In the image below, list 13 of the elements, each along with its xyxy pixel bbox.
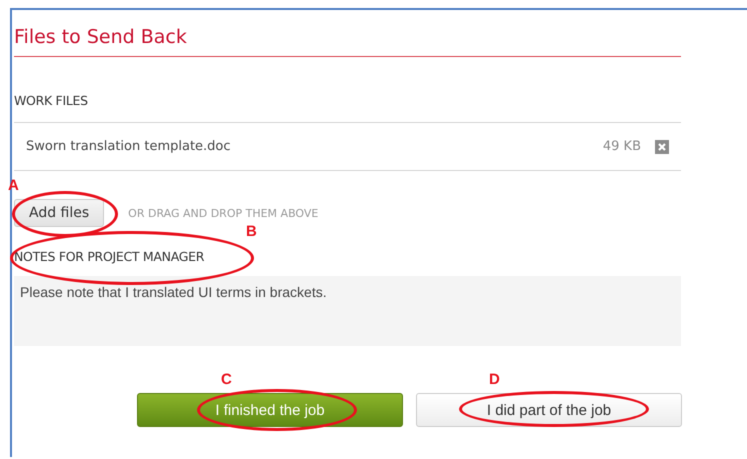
- section-title: Files to Send Back: [14, 10, 681, 57]
- notes-field[interactable]: Please note that I translated UI terms in brackets.: [14, 276, 681, 346]
- close-icon[interactable]: [655, 140, 669, 154]
- section-heading: NOTES FOR PROJECT MANAGER: [14, 249, 206, 264]
- annotation-label: B: [246, 223, 257, 240]
- file-size: 49 KB: [602, 139, 641, 154]
- annotation-label: D: [489, 371, 500, 388]
- section-heading: WORK FILES: [14, 93, 681, 123]
- annotation-label: C: [221, 371, 232, 388]
- file-name: Sworn translation template.doc: [26, 139, 232, 154]
- drop-hint: OR DRAG AND DROP THEM ABOVE: [128, 206, 318, 220]
- add-files-button[interactable]: Add files: [14, 199, 104, 227]
- action-button[interactable]: I did part of the job: [416, 393, 682, 427]
